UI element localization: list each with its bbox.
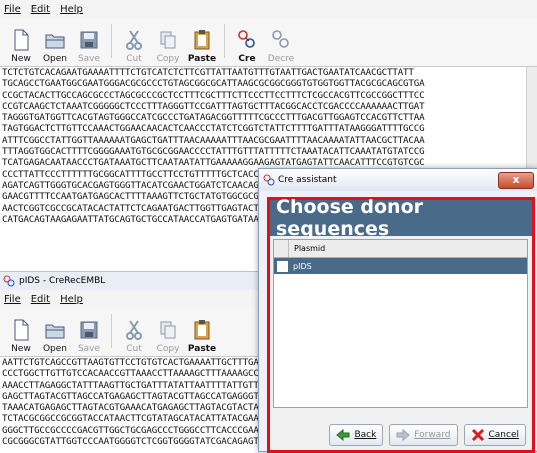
menu-file[interactable]: File xyxy=(4,4,21,15)
back-button[interactable]: Back xyxy=(329,424,384,446)
sequence-line: TGCAGCCTGAATGGCGAATGGGACGCGCCCTGTAGCGGCG… xyxy=(2,78,425,90)
cut-button[interactable]: Cut xyxy=(117,308,151,354)
plasmid-name: pIDS xyxy=(293,261,312,271)
checkbox-column-header xyxy=(274,240,289,257)
sequence-line: CCGTCAAGCTCTAAATCGGGGGCTCCCTTTAGGGTTCCGA… xyxy=(2,100,425,112)
copy-icon xyxy=(160,31,176,49)
dialog-heading: Choose donor sequences xyxy=(270,196,532,240)
scissors-icon xyxy=(126,30,142,50)
save-button[interactable]: Save xyxy=(72,18,106,64)
sequence-line: TCATGAGACAATAACCCTGATAAATGCTTCAATAATATTG… xyxy=(2,157,425,169)
cre-recombination-icon xyxy=(238,30,255,48)
dialog-buttons: Back Forward Cancel xyxy=(270,424,532,446)
toolbar-separator xyxy=(224,24,225,58)
dialog-title: Cre assistant xyxy=(278,175,337,185)
clipboard-icon xyxy=(194,320,210,340)
app-icon xyxy=(3,275,15,287)
menu-edit[interactable]: Edit xyxy=(31,294,50,305)
close-icon: x xyxy=(512,173,520,186)
save-icon xyxy=(80,321,98,339)
plasmid-table[interactable]: Plasmid pIDS xyxy=(273,239,528,408)
table-header: Plasmid xyxy=(274,240,527,258)
sequence-line: ATTTCGGCCTATTGGTTAAAAAATGAGCTGATTTAACAAA… xyxy=(2,134,425,146)
sequence-line: TCTCTGTCACAGAATGAAAATTTTCTGTCATCTCTTCGTT… xyxy=(2,67,414,78)
table-row[interactable]: pIDS xyxy=(274,258,527,274)
dialog-title-bar: Cre assistant x xyxy=(259,169,537,191)
new-button[interactable]: New xyxy=(4,18,38,64)
save-icon xyxy=(80,31,98,49)
sequence-line: CCGCTACACTTGCCAGCGCCCTAGCGCCCGCTCCTTTCGC… xyxy=(2,89,425,101)
new-button[interactable]: New xyxy=(4,308,38,354)
paste-button[interactable]: Paste xyxy=(185,18,219,64)
open-button[interactable]: Open xyxy=(38,18,72,64)
cut-button[interactable]: Cut xyxy=(117,18,151,64)
plasmid-column-header[interactable]: Plasmid xyxy=(289,240,325,257)
decre-recombination-icon xyxy=(272,30,289,48)
open-label: Open xyxy=(42,344,68,354)
paste-label: Paste xyxy=(187,344,217,354)
cre-label: Cre xyxy=(238,54,256,64)
menu-help[interactable]: Help xyxy=(60,294,83,305)
paste-button[interactable]: Paste xyxy=(185,308,219,354)
sequence-line: TAGGGTGATGGTTCACGTAGTGGGCCATCGCCCTGATAGA… xyxy=(2,112,425,124)
folder-open-icon xyxy=(45,34,65,49)
toolbar-separator xyxy=(111,24,112,58)
copy-button[interactable]: Copy xyxy=(151,18,185,64)
new-label: New xyxy=(11,54,31,64)
save-button[interactable]: Save xyxy=(72,308,106,354)
app-icon xyxy=(263,174,275,186)
clipboard-icon xyxy=(194,30,210,50)
copy-icon xyxy=(160,321,176,339)
sequence-line: TTTAGGTGGCACTTTTCGGGGAAATGTGCGCGGAACCCCT… xyxy=(2,146,425,158)
cre-assistant-dialog: Cre assistant x Choose donor sequences P… xyxy=(258,168,537,453)
cut-label: Cut xyxy=(126,344,142,354)
scissors-icon xyxy=(126,320,142,340)
toolbar-separator xyxy=(111,314,112,348)
copy-button[interactable]: Copy xyxy=(151,308,185,354)
menu-bar: File Edit Help xyxy=(0,0,537,18)
cancel-label: Cancel xyxy=(488,430,520,440)
copy-label: Copy xyxy=(156,344,180,354)
highlight-frame: Choose donor sequences Plasmid pIDS Back… xyxy=(267,196,535,453)
close-button[interactable]: x xyxy=(498,172,534,189)
cancel-x-icon xyxy=(471,429,484,441)
new-label: New xyxy=(11,344,31,354)
row-checkbox[interactable] xyxy=(277,260,288,272)
window-title: pIDS - CreRecEMBL xyxy=(19,276,106,286)
paste-label: Paste xyxy=(187,54,217,64)
arrow-left-icon xyxy=(336,429,350,441)
cancel-button[interactable]: Cancel xyxy=(463,424,526,446)
back-label: Back xyxy=(354,430,377,440)
open-button[interactable]: Open xyxy=(38,308,72,354)
save-label: Save xyxy=(77,344,101,354)
save-label: Save xyxy=(77,54,101,64)
new-document-icon xyxy=(14,319,29,341)
sequence-line: TAGTGGACTCTTGTTCCAAACTGGAACAACACTCAACCCT… xyxy=(2,123,425,135)
menu-edit[interactable]: Edit xyxy=(31,4,50,15)
forward-label: Forward xyxy=(414,430,451,440)
decre-label: Decre xyxy=(267,54,295,64)
menu-file[interactable]: File xyxy=(4,294,21,305)
open-label: Open xyxy=(42,54,68,64)
cre-button[interactable]: Cre xyxy=(230,18,264,64)
forward-button[interactable]: Forward xyxy=(389,424,458,446)
copy-label: Copy xyxy=(156,54,180,64)
cut-label: Cut xyxy=(126,54,142,64)
decre-button[interactable]: Decre xyxy=(264,18,298,64)
menu-help[interactable]: Help xyxy=(60,4,83,15)
toolbar: New Open Save Cut Copy Paste Cre Decre xyxy=(0,18,537,67)
arrow-right-icon xyxy=(396,429,411,441)
folder-open-icon xyxy=(45,324,65,339)
new-document-icon xyxy=(14,29,29,51)
